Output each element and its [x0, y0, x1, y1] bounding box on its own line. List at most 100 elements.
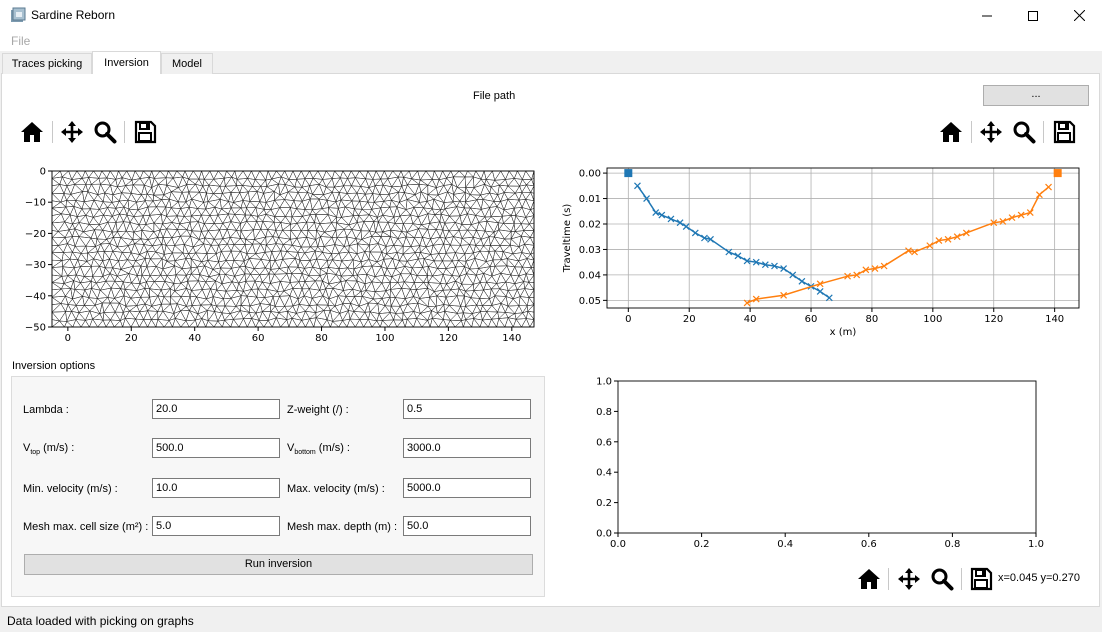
x-tick-label: 120 — [984, 314, 1003, 325]
zweight-input[interactable] — [403, 399, 531, 419]
data-point — [634, 182, 641, 190]
data-point — [682, 223, 690, 230]
y-tick-label: −20 — [25, 229, 46, 240]
plot-frame — [617, 380, 1037, 534]
y-tick-label: 0.05 — [579, 296, 601, 307]
tab-inversion[interactable]: Inversion — [92, 51, 161, 74]
x-tick-label: 20 — [683, 314, 696, 325]
app-icon — [11, 7, 26, 22]
x-tick-label: 0 — [625, 314, 631, 325]
y-tick-label: 0.0 — [596, 529, 612, 540]
home-icon[interactable] — [857, 567, 881, 591]
x-tick-label: 0.4 — [777, 539, 793, 550]
data-point — [926, 242, 934, 250]
x-tick-label: 100 — [923, 314, 942, 325]
move-icon[interactable] — [979, 120, 1003, 144]
data-point — [743, 299, 751, 307]
data-point — [816, 288, 824, 295]
move-icon[interactable] — [897, 567, 921, 591]
x-tick-label: 20 — [125, 333, 138, 344]
save-icon[interactable] — [969, 567, 993, 591]
y-tick-label: 0.01 — [579, 194, 601, 205]
vtop-label: Vtop (m/s) : — [23, 442, 74, 456]
move-icon[interactable] — [60, 120, 84, 144]
toolbar-separator — [52, 121, 53, 143]
menu-bar — [0, 31, 1102, 51]
x-tick-label: 0.6 — [861, 539, 877, 550]
y-tick-label: 0.02 — [579, 220, 601, 231]
y-axis-label: Traveltime (s) — [562, 204, 573, 274]
x-axis-label: x (m) — [830, 327, 857, 338]
x-tick-label: 80 — [315, 333, 328, 344]
zoom-icon[interactable] — [1012, 120, 1036, 144]
data-point — [1035, 191, 1043, 199]
home-icon[interactable] — [939, 120, 963, 144]
y-tick-label: 0.6 — [596, 437, 612, 448]
vbottom-input[interactable] — [403, 438, 531, 458]
close-icon — [1073, 10, 1085, 21]
toolbar-separator — [888, 568, 889, 590]
lambda-label: Lambda : — [23, 404, 69, 416]
cursor-coordinates: x=0.045 y=0.270 — [998, 572, 1080, 584]
series-line-0 — [636, 185, 830, 299]
run-inversion-button[interactable]: Run inversion — [24, 554, 533, 575]
maximize-button[interactable] — [1010, 0, 1056, 31]
minimize-icon — [982, 15, 992, 16]
max-depth-label: Mesh max. depth (m) : — [287, 521, 398, 533]
data-point — [658, 211, 666, 219]
model-plot[interactable]: 0.0 0.2 0.4 0.6 0.8 1.0 0.0 0.2 0.4 0.6 0.8 1.0 — [580, 370, 1060, 555]
y-tick-label: −40 — [25, 291, 46, 302]
data-point — [691, 229, 699, 237]
home-icon[interactable] — [20, 120, 44, 144]
toolbar-separator — [961, 568, 962, 590]
save-icon[interactable] — [1052, 120, 1076, 144]
max-velocity-input[interactable] — [403, 478, 531, 498]
y-tick-label: 0.8 — [596, 407, 612, 418]
series-line-1 — [746, 186, 1050, 304]
x-tick-label: 120 — [439, 333, 458, 344]
status-text: Data loaded with picking on graphs — [7, 614, 194, 628]
inversion-options-title: Inversion options — [12, 360, 96, 372]
x-tick-label: 0.2 — [694, 539, 710, 550]
max-velocity-label: Max. velocity (m/s) : — [287, 483, 385, 495]
zoom-icon[interactable] — [930, 567, 954, 591]
max-depth-input[interactable] — [403, 516, 531, 536]
menu-file[interactable]: File — [11, 34, 30, 48]
x-tick-label: 60 — [252, 333, 265, 344]
data-point — [734, 252, 742, 260]
lambda-input[interactable] — [152, 399, 280, 419]
toolbar-separator — [1043, 121, 1044, 143]
toolbar-separator — [124, 121, 125, 143]
save-icon[interactable] — [133, 120, 157, 144]
traveltime-plot[interactable]: 0 20 40 60 80 100 120 140 0.00 0.01 0.02 0.03 0.04 0.… — [555, 160, 1095, 345]
plot-frame — [606, 167, 1080, 309]
vtop-label-unit: (m/s) : — [40, 442, 75, 454]
x-tick-label: 80 — [866, 314, 879, 325]
data-point — [652, 209, 660, 216]
minimize-button[interactable] — [964, 0, 1010, 31]
toolbar-separator — [971, 121, 972, 143]
y-tick-label: −50 — [25, 323, 46, 334]
x-tick-label: 60 — [805, 314, 818, 325]
file-path-label: File path — [473, 90, 516, 102]
vtop-input[interactable] — [152, 438, 280, 458]
data-point — [798, 277, 806, 285]
close-button[interactable] — [1056, 0, 1102, 31]
vbottom-label: Vbottom (m/s) : — [287, 442, 350, 456]
browse-button[interactable]: ... — [983, 85, 1089, 106]
maximize-icon — [1028, 10, 1038, 21]
source-marker — [624, 169, 633, 178]
zoom-icon[interactable] — [93, 120, 117, 144]
x-tick-label: 40 — [188, 333, 201, 344]
x-tick-label: 1.0 — [1028, 539, 1044, 550]
mesh-plot[interactable]: 0 20 40 60 80 100 120 140 0 −10 −20 −30 −40 −50 — [14, 160, 544, 350]
data-point — [676, 219, 684, 227]
mesh-triangles — [51, 170, 535, 328]
window-title: Sardine Reborn — [31, 8, 116, 22]
tab-traces-picking[interactable]: Traces picking — [2, 53, 92, 74]
x-tick-label: 0.8 — [944, 539, 960, 550]
tab-model[interactable]: Model — [161, 53, 213, 74]
x-tick-label: 0 — [65, 333, 71, 344]
cell-size-input[interactable] — [152, 516, 280, 536]
min-velocity-input[interactable] — [152, 478, 280, 498]
